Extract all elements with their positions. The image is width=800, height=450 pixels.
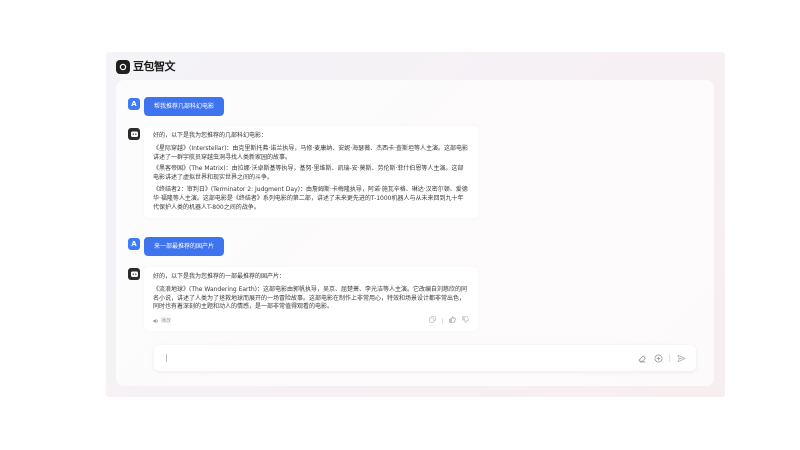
bot-message: 好的，以下是我为您推荐的一部最推荐的国产片： 《流浪地球》(The Wander…: [144, 267, 478, 332]
app-window: 豆包智文 A 帮我推荐几部科幻电影 好的，以下是我为您推荐的几部科幻电影： 《星…: [106, 52, 725, 397]
play-audio-label: 播放: [161, 317, 172, 324]
bot-message-paragraph: 《终结者2：审判日》(Terminator 2: Judgment Day)：由…: [153, 185, 468, 211]
play-audio-button[interactable]: 播放: [153, 317, 171, 326]
bot-message-intro: 好的，以下是我为您推荐的一部最推荐的国产片：: [153, 273, 286, 280]
message-actions: 播放: [153, 316, 469, 326]
logo-icon: [116, 60, 130, 74]
bot-avatar: [128, 268, 140, 280]
add-icon[interactable]: [653, 353, 663, 363]
bot-face-icon: [130, 271, 138, 277]
divider: [442, 318, 443, 325]
divider: [669, 354, 670, 362]
speaker-icon: [153, 318, 158, 324]
app-logo[interactable]: 豆包智文: [116, 60, 176, 74]
user-avatar: A: [128, 238, 140, 250]
bot-face-icon: [130, 131, 138, 137]
bot-message-intro: 好的，以下是我为您推荐的几部科幻电影：: [153, 132, 268, 139]
bot-message-paragraph: 《黑客帝国》(The Matrix)：由拉娜·沃卓斯基等执导，基努·里维斯、凯瑞…: [153, 165, 464, 182]
message-input-bar: [154, 345, 696, 371]
user-message: 来一部最推荐的国产片: [144, 237, 225, 256]
thumbs-down-icon[interactable]: [462, 316, 469, 326]
bot-avatar: [128, 128, 140, 140]
bot-message-paragraph: 《流浪地球》(The Wandering Earth)：这部电影由郭帆执导，吴京…: [153, 285, 468, 311]
user-avatar: A: [128, 98, 140, 110]
thumbs-up-icon[interactable]: [449, 316, 456, 326]
message-input[interactable]: [162, 349, 632, 367]
feedback-actions: [429, 316, 469, 326]
chat-panel: A 帮我推荐几部科幻电影 好的，以下是我为您推荐的几部科幻电影： 《星际穿越》(…: [116, 80, 714, 386]
copy-icon[interactable]: [429, 316, 436, 326]
bot-message-paragraph: 《星际穿越》(Interstellar)：由克里斯托弗·诺兰执导，马修·麦康纳、…: [153, 144, 469, 161]
bot-message: 好的，以下是我为您推荐的几部科幻电影： 《星际穿越》(Interstellar)…: [144, 126, 478, 219]
eraser-icon[interactable]: [637, 353, 647, 363]
user-message: 帮我推荐几部科幻电影: [144, 97, 225, 116]
input-tools: [637, 353, 686, 363]
send-icon[interactable]: [676, 353, 686, 363]
text-cursor: [166, 354, 167, 362]
logo-text: 豆包智文: [133, 60, 176, 73]
